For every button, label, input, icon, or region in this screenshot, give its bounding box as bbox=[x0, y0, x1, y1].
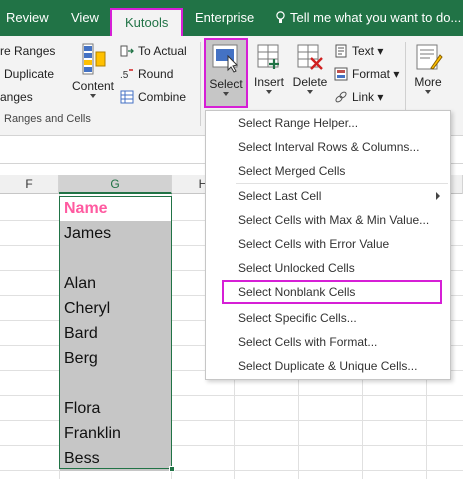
chevron-down-icon bbox=[425, 90, 431, 94]
format-label: Format bbox=[352, 67, 391, 81]
delete-icon bbox=[297, 44, 323, 70]
text-label: Text bbox=[352, 44, 375, 58]
table-cell[interactable]: Flora bbox=[60, 396, 171, 421]
insert-icon bbox=[257, 44, 279, 69]
select-dropdown-menu: Select Range Helper... Select Interval R… bbox=[205, 110, 451, 380]
table-cell[interactable]: Berg bbox=[60, 346, 171, 371]
ranges-and-cells-group-label: Ranges and Cells bbox=[4, 113, 91, 125]
menu-item-select-max-min-value[interactable]: Select Cells with Max & Min Value... bbox=[206, 208, 450, 232]
grid-line bbox=[171, 194, 172, 479]
table-cell[interactable]: James bbox=[60, 221, 171, 246]
table-cell[interactable]: Cheryl bbox=[60, 296, 171, 321]
menu-item-select-error-value[interactable]: Select Cells with Error Value bbox=[206, 232, 450, 256]
table-cell[interactable]: Alan bbox=[60, 271, 171, 296]
table-cell[interactable]: Bard bbox=[60, 321, 171, 346]
more-icon bbox=[416, 44, 443, 70]
menu-item-select-last-cell[interactable]: Select Last Cell bbox=[206, 184, 450, 208]
format-menu-button[interactable]: Format ▾ bbox=[334, 67, 399, 81]
chevron-down-icon bbox=[266, 90, 272, 94]
menu-item-select-specific-cells[interactable]: Select Specific Cells... bbox=[206, 306, 450, 330]
combine-button[interactable]: Combine bbox=[120, 90, 186, 104]
delete-button[interactable]: Delete bbox=[290, 42, 330, 94]
link-label: Link bbox=[352, 90, 375, 104]
submenu-arrow-icon bbox=[436, 192, 440, 200]
menu-item-select-nonblank-cells[interactable]: Select Nonblank Cells bbox=[222, 280, 442, 304]
to-actual-button[interactable]: To Actual bbox=[120, 44, 187, 58]
table-cell[interactable] bbox=[60, 371, 171, 396]
text-icon bbox=[335, 44, 347, 58]
ribbon-group-divider bbox=[200, 42, 201, 126]
more-label: More bbox=[414, 75, 442, 89]
table-cell[interactable]: Bess bbox=[60, 446, 171, 471]
round-label: Round bbox=[138, 67, 174, 81]
select-button[interactable]: Select bbox=[204, 38, 248, 108]
tell-me-search[interactable]: Tell me what you want to do... bbox=[276, 10, 461, 26]
chevron-down-icon bbox=[223, 92, 229, 96]
menu-item-select-merged-cells[interactable]: Select Merged Cells bbox=[206, 159, 450, 183]
round-icon: .5 bbox=[120, 69, 133, 81]
tab-review[interactable]: Review bbox=[6, 10, 49, 26]
tab-enterprise[interactable]: Enterprise bbox=[195, 10, 254, 26]
tell-me-text: Tell me what you want to do... bbox=[290, 10, 462, 25]
table-cell[interactable]: Franklin bbox=[60, 421, 171, 446]
menu-item-select-cells-with-format[interactable]: Select Cells with Format... bbox=[206, 330, 450, 354]
cell-name-header[interactable]: Name bbox=[60, 196, 171, 221]
combine-label: Combine bbox=[138, 90, 187, 104]
lightbulb-icon bbox=[276, 11, 285, 23]
tab-view[interactable]: View bbox=[71, 10, 99, 26]
menu-item-select-duplicate-unique-cells[interactable]: Select Duplicate & Unique Cells... bbox=[206, 354, 450, 378]
chevron-down-icon bbox=[90, 94, 96, 98]
column-header-g[interactable]: G bbox=[59, 175, 172, 194]
delete-label: Delete bbox=[292, 75, 328, 89]
ranges-button[interactable]: anges bbox=[0, 90, 33, 104]
table-cell[interactable] bbox=[60, 246, 171, 271]
more-button[interactable]: More bbox=[410, 42, 446, 94]
format-icon bbox=[334, 67, 348, 81]
chevron-down-icon bbox=[307, 90, 313, 94]
duplicate-button[interactable]: Duplicate bbox=[4, 67, 54, 81]
round-button[interactable]: .5 Round bbox=[120, 67, 173, 81]
column-header-f[interactable]: F bbox=[0, 175, 59, 194]
compare-ranges-button[interactable]: re Ranges bbox=[0, 44, 55, 58]
link-menu-button[interactable]: Link ▾ bbox=[334, 90, 383, 104]
ribbon-tab-bar: Review View Kutools Enterprise Tell me w… bbox=[0, 0, 463, 36]
insert-label: Insert bbox=[253, 75, 284, 89]
content-icon bbox=[82, 43, 106, 75]
content-label: Content bbox=[71, 79, 115, 93]
menu-item-select-range-helper[interactable]: Select Range Helper... bbox=[206, 111, 450, 135]
select-label: Select bbox=[209, 77, 243, 91]
text-menu-button[interactable]: Text ▾ bbox=[334, 44, 383, 58]
svg-text:.5: .5 bbox=[120, 70, 129, 81]
menu-item-select-interval-rows-columns[interactable]: Select Interval Rows & Columns... bbox=[206, 135, 450, 159]
to-actual-label: To Actual bbox=[138, 44, 187, 58]
link-icon bbox=[335, 91, 347, 103]
tab-kutools[interactable]: Kutools bbox=[110, 8, 184, 36]
insert-button[interactable]: Insert bbox=[252, 42, 286, 94]
to-actual-icon bbox=[120, 45, 134, 57]
select-icon bbox=[212, 44, 238, 73]
fill-handle[interactable] bbox=[169, 466, 175, 472]
combine-icon bbox=[120, 90, 134, 104]
content-button[interactable]: Content bbox=[70, 42, 116, 98]
menu-item-label: Select Last Cell bbox=[238, 189, 322, 203]
menu-item-select-unlocked-cells[interactable]: Select Unlocked Cells bbox=[206, 256, 450, 280]
